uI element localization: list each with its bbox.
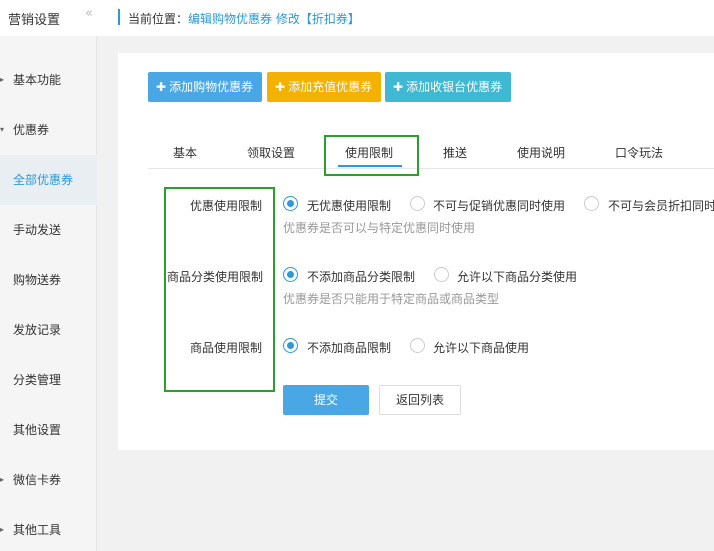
- radio-label: 不添加商品分类限制: [307, 270, 416, 284]
- coupon-limit-hint: 优惠券是否可以与特定优惠同时使用: [283, 221, 476, 235]
- tab-claim-settings[interactable]: 领取设置: [247, 144, 295, 161]
- radio-label: 不添加商品限制: [307, 341, 392, 355]
- sidebar-header: 营销设置 «: [0, 0, 97, 36]
- button-label: 添加收银台优惠券: [406, 80, 503, 94]
- radio-allow-products[interactable]: [410, 338, 425, 353]
- tab-push[interactable]: 推送: [443, 144, 467, 161]
- breadcrumb-path-link[interactable]: 编辑购物优惠券 修改【折扣券】: [188, 10, 360, 27]
- sidebar-item-issue-records[interactable]: 发放记录: [0, 305, 97, 355]
- radio-no-product-limit[interactable]: [283, 338, 298, 353]
- sidebar-item-basic[interactable]: ▸ 基本功能: [0, 55, 97, 105]
- sidebar-item-other-tools[interactable]: ▸ 其他工具: [0, 505, 97, 551]
- sidebar: 营销设置 « ▸ 基本功能 ▾ 优惠券 全部优惠券 手动发送 购物送券 发放记录…: [0, 0, 97, 551]
- radio-allow-categories[interactable]: [434, 267, 449, 282]
- sidebar-item-label: 其他工具: [13, 523, 62, 537]
- plus-icon: ✚: [393, 80, 404, 94]
- add-shopping-coupon-button[interactable]: ✚ 添加购物优惠券: [148, 72, 262, 102]
- radio-not-with-member-discount[interactable]: [584, 196, 599, 211]
- sidebar-item-label: 基本功能: [13, 73, 62, 87]
- button-label: 添加充值优惠券: [288, 80, 373, 94]
- submit-button[interactable]: 提交: [283, 385, 369, 415]
- sidebar-item-category-manage[interactable]: 分类管理: [0, 355, 97, 405]
- sidebar-item-purchase-gift[interactable]: 购物送券: [0, 255, 97, 305]
- breadcrumb-label: 当前位置：: [128, 12, 189, 26]
- sidebar-item-label: 分类管理: [13, 373, 62, 387]
- sidebar-title: 营销设置: [8, 13, 61, 28]
- tab-basic[interactable]: 基本: [173, 144, 197, 161]
- tab-usage-instructions[interactable]: 使用说明: [517, 144, 565, 161]
- sidebar-item-label: 优惠券: [13, 123, 50, 137]
- sidebar-item-label: 发放记录: [13, 323, 62, 337]
- tab-passphrase[interactable]: 口令玩法: [615, 144, 663, 161]
- highlight-box-labels: [164, 187, 275, 392]
- back-to-list-button[interactable]: 返回列表: [379, 385, 461, 415]
- sidebar-item-manual-send[interactable]: 手动发送: [0, 205, 97, 255]
- sidebar-item-all-coupons[interactable]: 全部优惠券: [0, 155, 97, 205]
- chevron-down-icon: ▾: [0, 125, 5, 134]
- breadcrumb-accent-bar: [118, 9, 120, 25]
- breadcrumb: 当前位置： 编辑购物优惠券 修改【折扣券】: [97, 0, 714, 36]
- radio-label: 不可与促销优惠同时使用: [433, 199, 566, 213]
- category-limit-hint: 优惠券是否只能用于特定商品或商品类型: [283, 292, 500, 306]
- radio-label: 允许以下商品分类使用: [457, 270, 578, 284]
- highlight-box-tab: [324, 135, 419, 176]
- chevron-right-icon: ▸: [0, 525, 5, 534]
- sidebar-item-label: 购物送券: [13, 273, 62, 287]
- button-label: 添加购物优惠券: [169, 80, 254, 94]
- sidebar-item-label: 其他设置: [13, 423, 62, 437]
- sidebar-item-other-settings[interactable]: 其他设置: [0, 405, 97, 455]
- sidebar-item-label: 微信卡券: [13, 473, 62, 487]
- plus-icon: ✚: [275, 80, 286, 94]
- add-cashier-coupon-button[interactable]: ✚ 添加收银台优惠券: [385, 72, 511, 102]
- plus-icon: ✚: [156, 80, 167, 94]
- sidebar-item-coupons[interactable]: ▾ 优惠券: [0, 105, 97, 155]
- radio-no-category-limit[interactable]: [283, 267, 298, 282]
- radio-not-with-promotions[interactable]: [410, 196, 425, 211]
- chevron-right-icon: ▸: [0, 75, 5, 84]
- radio-label: 无优惠使用限制: [307, 199, 392, 213]
- chevron-right-icon: ▸: [0, 475, 5, 484]
- sidebar-item-label: 手动发送: [13, 223, 62, 237]
- radio-no-coupon-limit[interactable]: [283, 196, 298, 211]
- radio-label: 允许以下商品使用: [433, 341, 530, 355]
- sidebar-item-label: 全部优惠券: [13, 173, 74, 187]
- radio-label: 不可与会员折扣同时: [608, 199, 714, 213]
- collapse-icon[interactable]: «: [85, 6, 93, 21]
- add-recharge-coupon-button[interactable]: ✚ 添加充值优惠券: [267, 72, 381, 102]
- sidebar-item-wechat-cards[interactable]: ▸ 微信卡券: [0, 455, 97, 505]
